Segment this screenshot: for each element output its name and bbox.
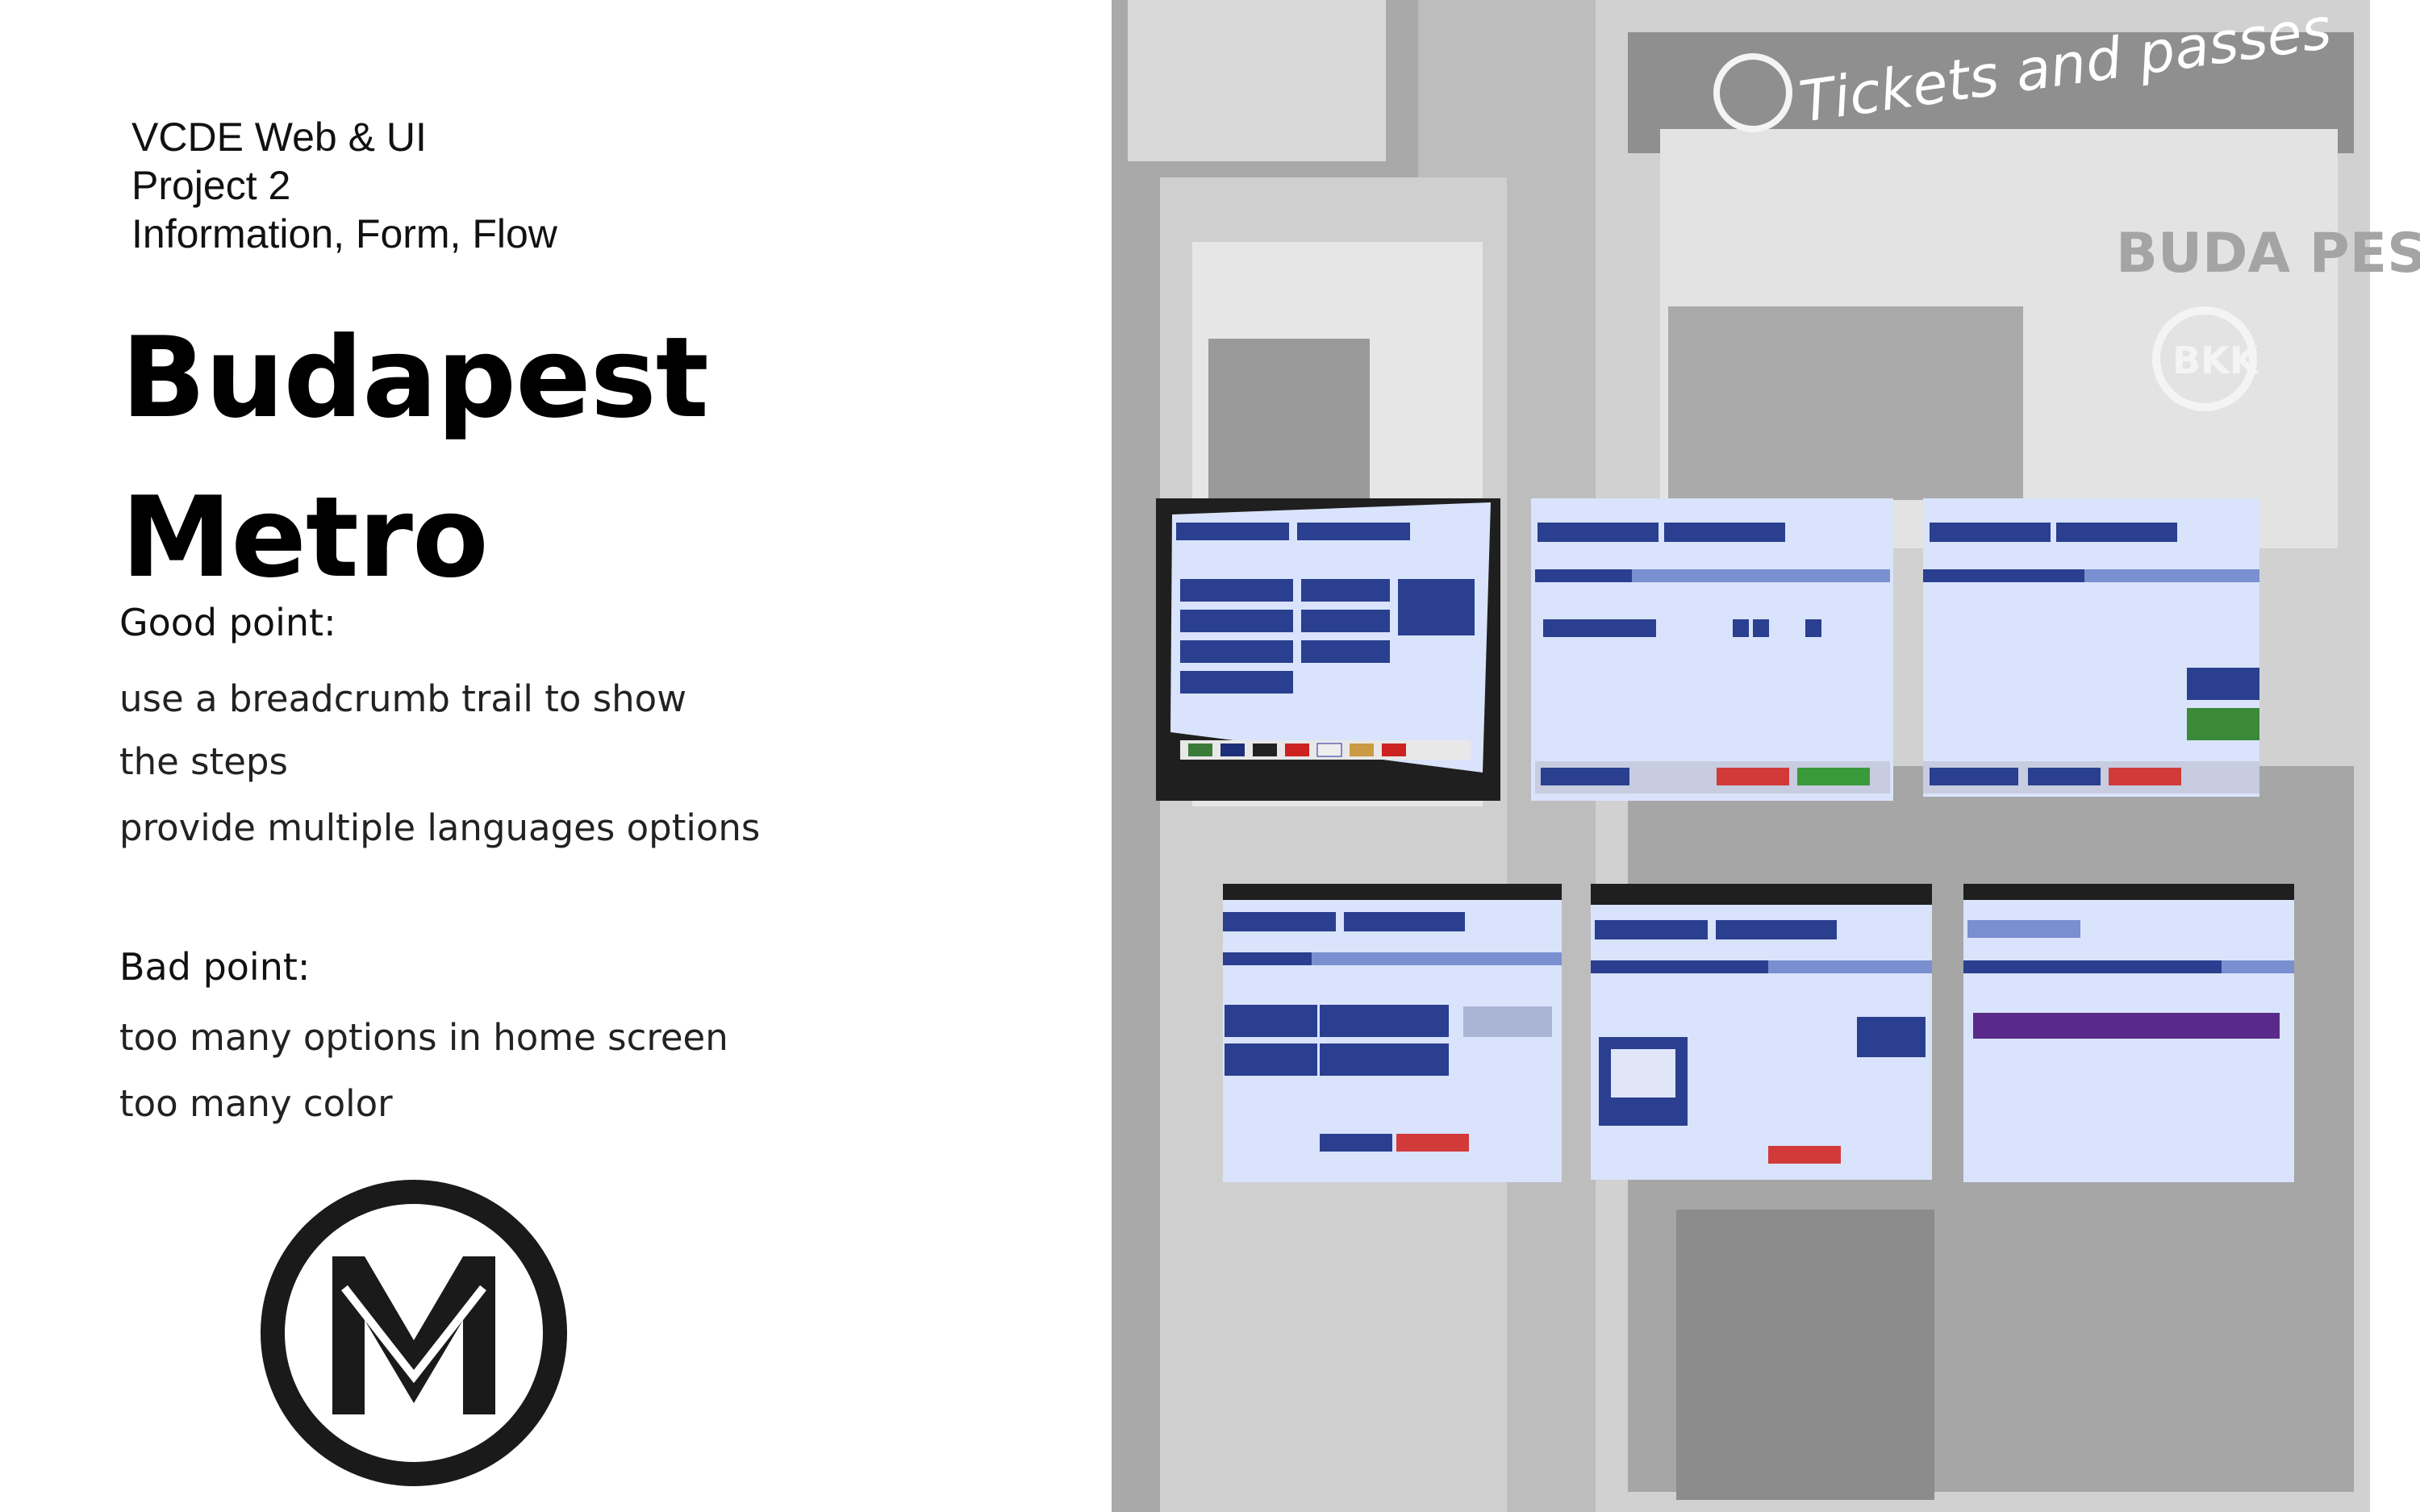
screenshot-cash-payment (1591, 884, 1932, 1180)
bkk-text: BKK (2172, 339, 2259, 382)
screenshot-printing (1963, 884, 2294, 1182)
course-line-3: Information, Form, Flow (131, 211, 557, 256)
screenshot-payment-type (1223, 884, 1562, 1182)
screenshot-home (1156, 498, 1500, 801)
metro-logo-icon (261, 1180, 567, 1486)
screenshot-basket (1531, 498, 1893, 801)
good-point-item: use a breadcrumb trail to show (119, 677, 687, 720)
bad-point-heading: Bad point: (119, 945, 311, 989)
good-point-item: provide multiple languages options (119, 806, 761, 849)
title-line-2: Metro (121, 473, 489, 602)
good-point-heading: Good point: (119, 601, 336, 644)
good-point-item: the steps (119, 740, 288, 783)
title-line-1: Budapest (121, 313, 709, 443)
screenshot-check (1923, 498, 2259, 797)
bad-point-item: too many options in home screen (119, 1016, 728, 1059)
photo-panel: Tickets and passes BUDA PEST BKK (1112, 0, 2420, 1512)
course-info: VCDE Web & UI Project 2 Information, For… (131, 113, 557, 258)
course-line-2: Project 2 (131, 163, 291, 208)
bad-point-item: too many color (119, 1082, 393, 1125)
info-panel: VCDE Web & UI Project 2 Information, For… (0, 0, 1112, 1512)
page-title: Budapest Metro (121, 298, 709, 618)
course-line-1: VCDE Web & UI (131, 115, 427, 160)
brand-text: BUDA PEST (2116, 222, 2420, 285)
